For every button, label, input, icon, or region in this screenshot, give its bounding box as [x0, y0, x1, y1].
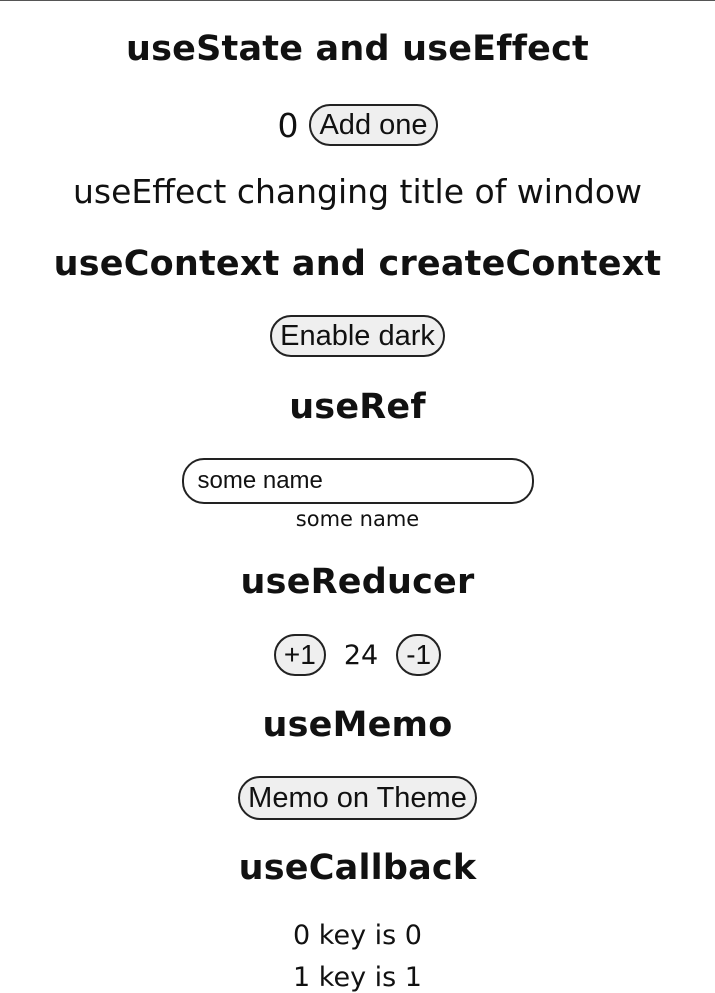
memo-section: useMemo: [0, 708, 715, 743]
ref-output-text: some name: [295, 507, 420, 531]
ref-heading: useRef: [289, 387, 426, 427]
decrement-button[interactable]: -1: [396, 634, 442, 676]
effect-text-row: useEffect changing title of window: [0, 175, 715, 208]
enable-dark-button[interactable]: Enable dark: [270, 315, 445, 357]
callback-line-0-row: 0 key is 0: [0, 920, 715, 951]
dark-toggle-row: Enable dark: [0, 315, 715, 357]
increment-button[interactable]: +1: [273, 634, 326, 676]
state-effect-section: useState and useEffect: [0, 32, 715, 67]
counter-row: 0 Add one: [0, 103, 715, 147]
state-effect-heading: useState and useEffect: [126, 29, 589, 69]
ref-output-row: some name: [0, 507, 715, 531]
effect-description: useEffect changing title of window: [72, 172, 643, 211]
callback-list-item: 0 key is 0: [293, 920, 422, 951]
ref-section: useRef: [0, 390, 715, 425]
ref-input-row: [0, 458, 715, 504]
callback-heading: useCallback: [238, 848, 477, 888]
callback-list-item: 1 key is 1: [293, 962, 422, 993]
context-heading: useContext and createContext: [53, 244, 662, 284]
reducer-section: useReducer: [0, 565, 715, 600]
counter-value: 0: [277, 105, 299, 145]
memo-on-theme-button[interactable]: Memo on Theme: [238, 776, 477, 820]
add-one-button[interactable]: Add one: [309, 104, 438, 146]
callback-line-1-row: 1 key is 1: [0, 962, 715, 993]
top-border: [0, 0, 715, 1]
context-section: useContext and createContext: [0, 247, 715, 282]
memo-heading: useMemo: [262, 705, 453, 745]
name-input[interactable]: [181, 458, 534, 504]
reducer-controls: +1 24 -1: [0, 634, 715, 676]
reducer-value: 24: [343, 639, 379, 671]
callback-section: useCallback: [0, 851, 715, 886]
reducer-heading: useReducer: [240, 562, 475, 602]
memo-row: Memo on Theme: [0, 776, 715, 820]
